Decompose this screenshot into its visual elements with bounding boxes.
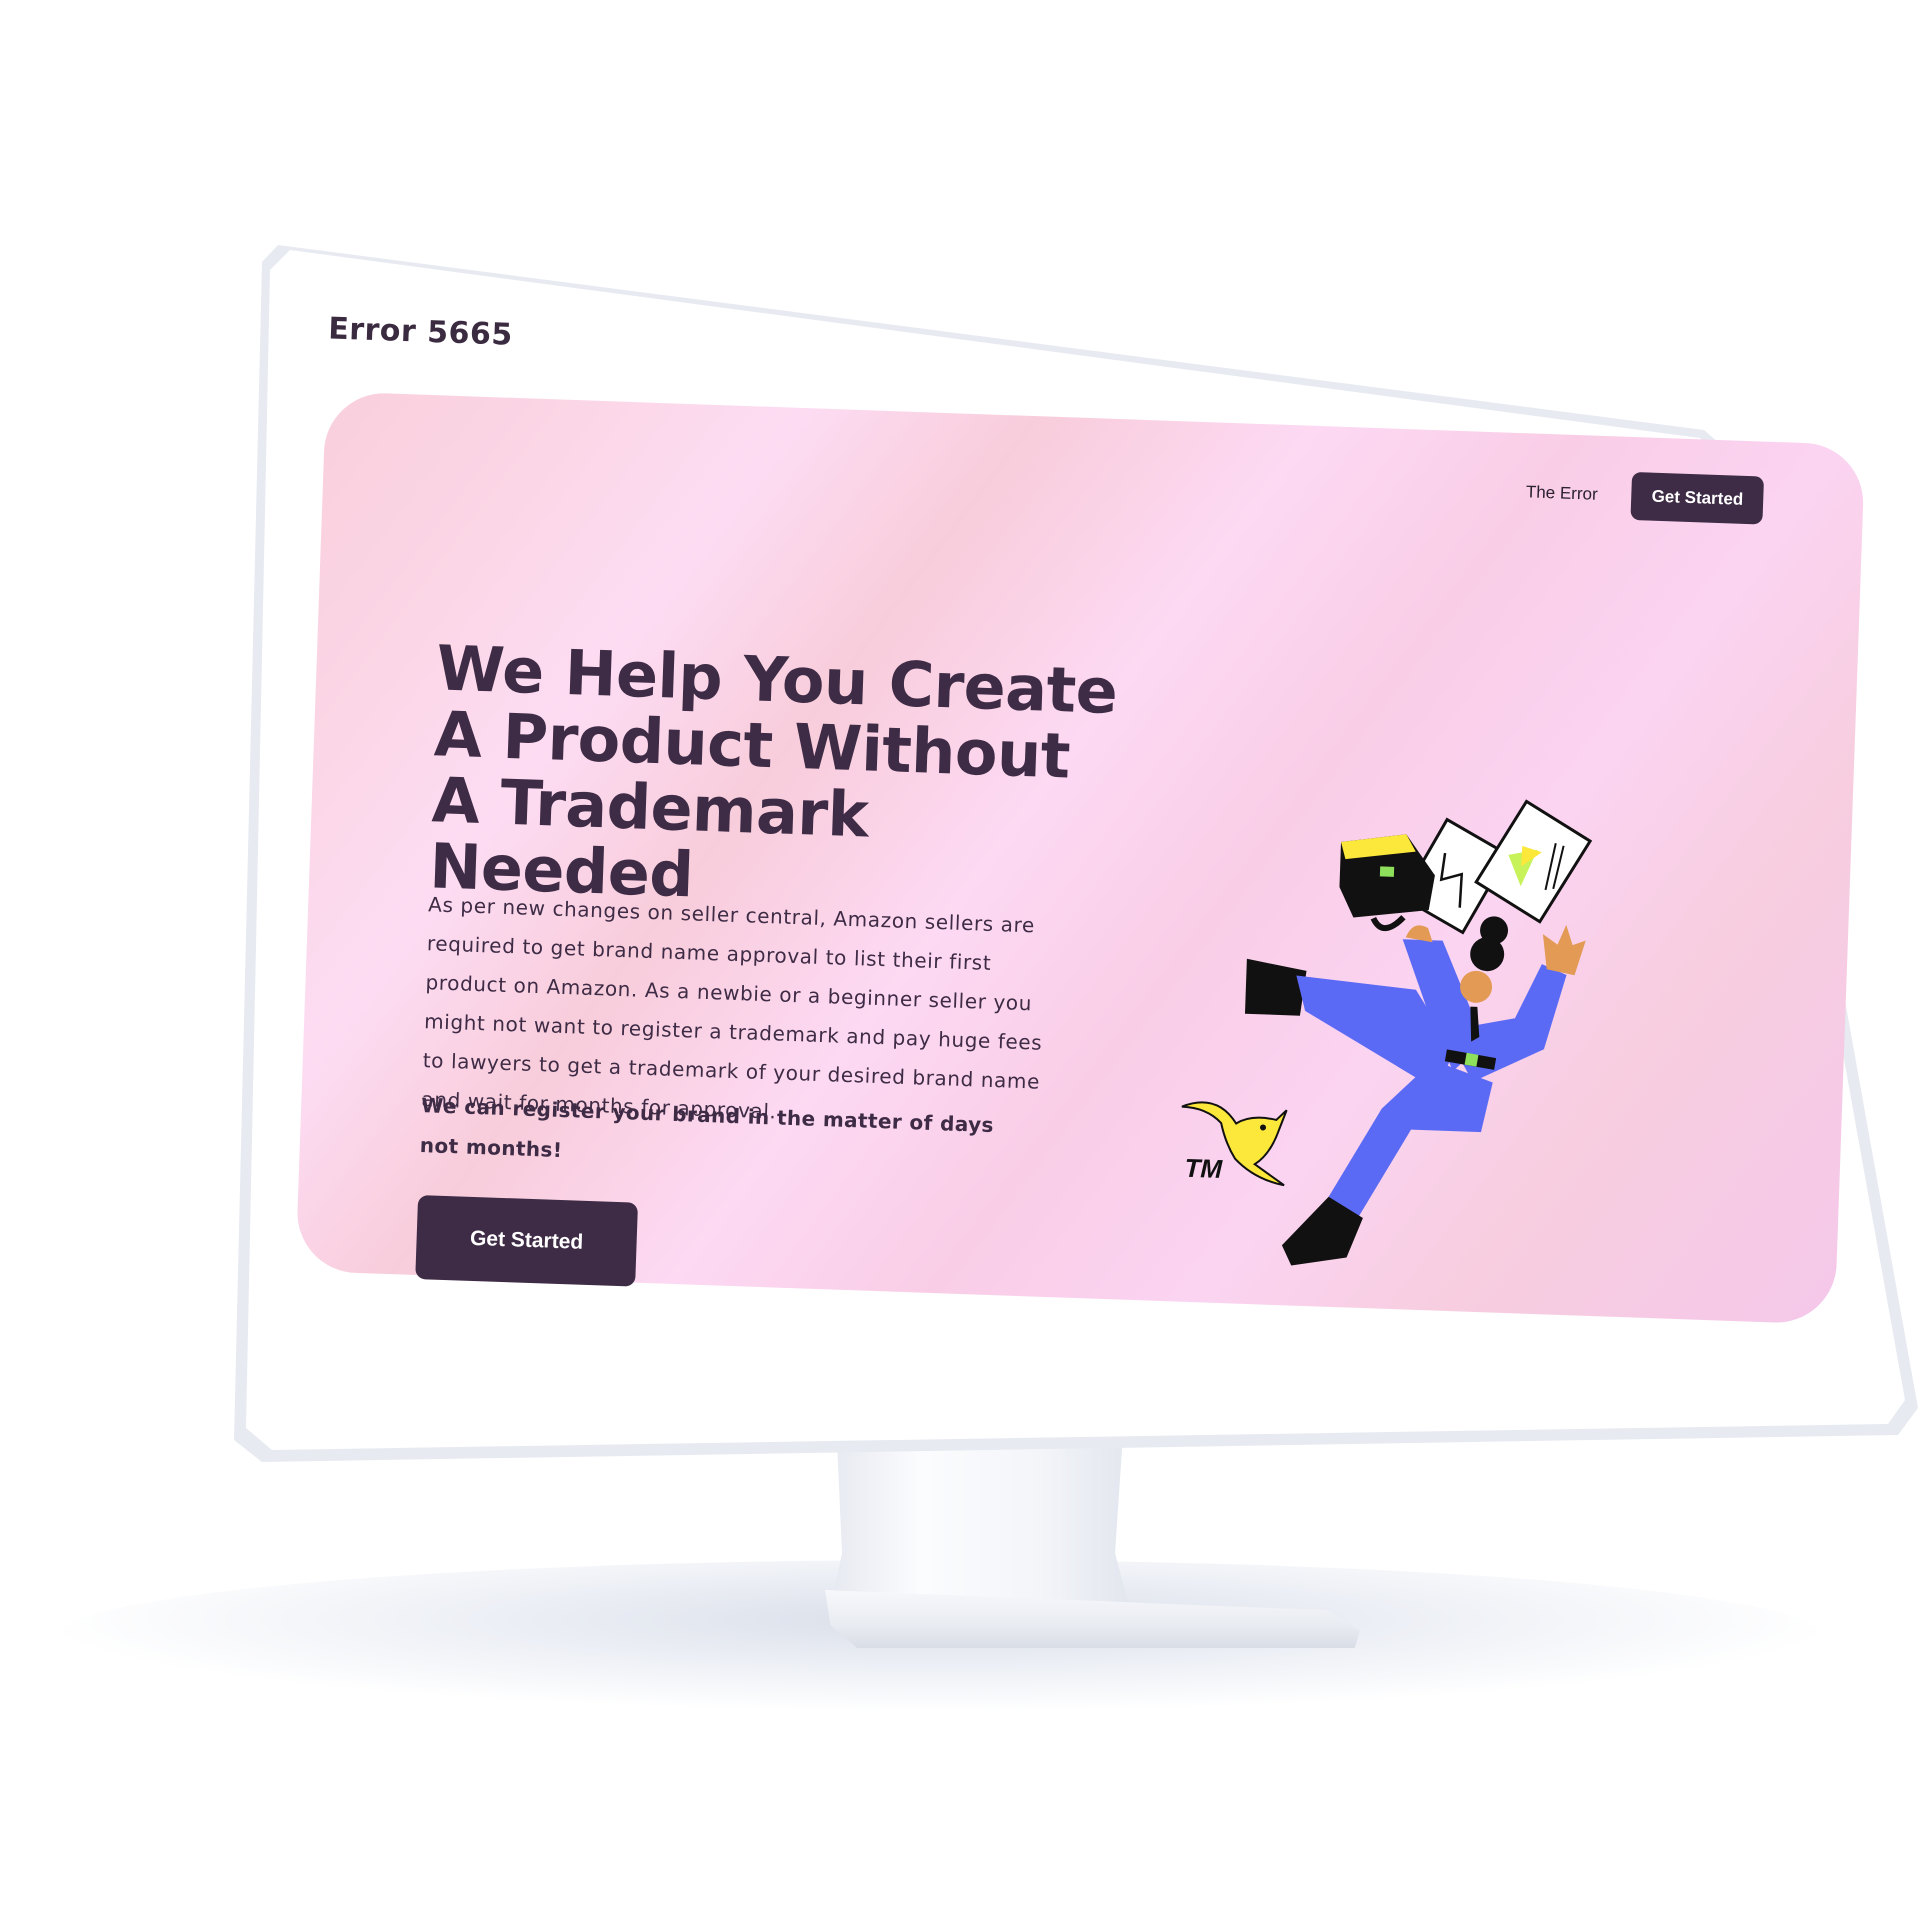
top-nav: The Error Get Started — [1525, 468, 1765, 525]
hero-section: We Help You Create A Product Without A T… — [295, 391, 1866, 1325]
person-figure — [1244, 916, 1586, 1266]
web-page: Error 5665 We Help You Create A Product … — [252, 280, 1889, 1435]
hero-illustration: TM — [1181, 799, 1593, 1266]
nav-link-the-error[interactable]: The Error — [1526, 482, 1598, 504]
brand-logo[interactable]: Error 5665 — [328, 311, 514, 352]
briefcase-icon — [1339, 834, 1435, 932]
tm-label: TM — [1184, 1153, 1224, 1184]
bird-icon: TM — [1181, 1101, 1288, 1187]
hero-title: We Help You Create A Product Without A T… — [428, 631, 1119, 912]
nav-get-started-button[interactable]: Get Started — [1630, 471, 1765, 525]
document-icon — [1400, 799, 1593, 935]
hero-get-started-button[interactable]: Get Started — [415, 1195, 639, 1287]
